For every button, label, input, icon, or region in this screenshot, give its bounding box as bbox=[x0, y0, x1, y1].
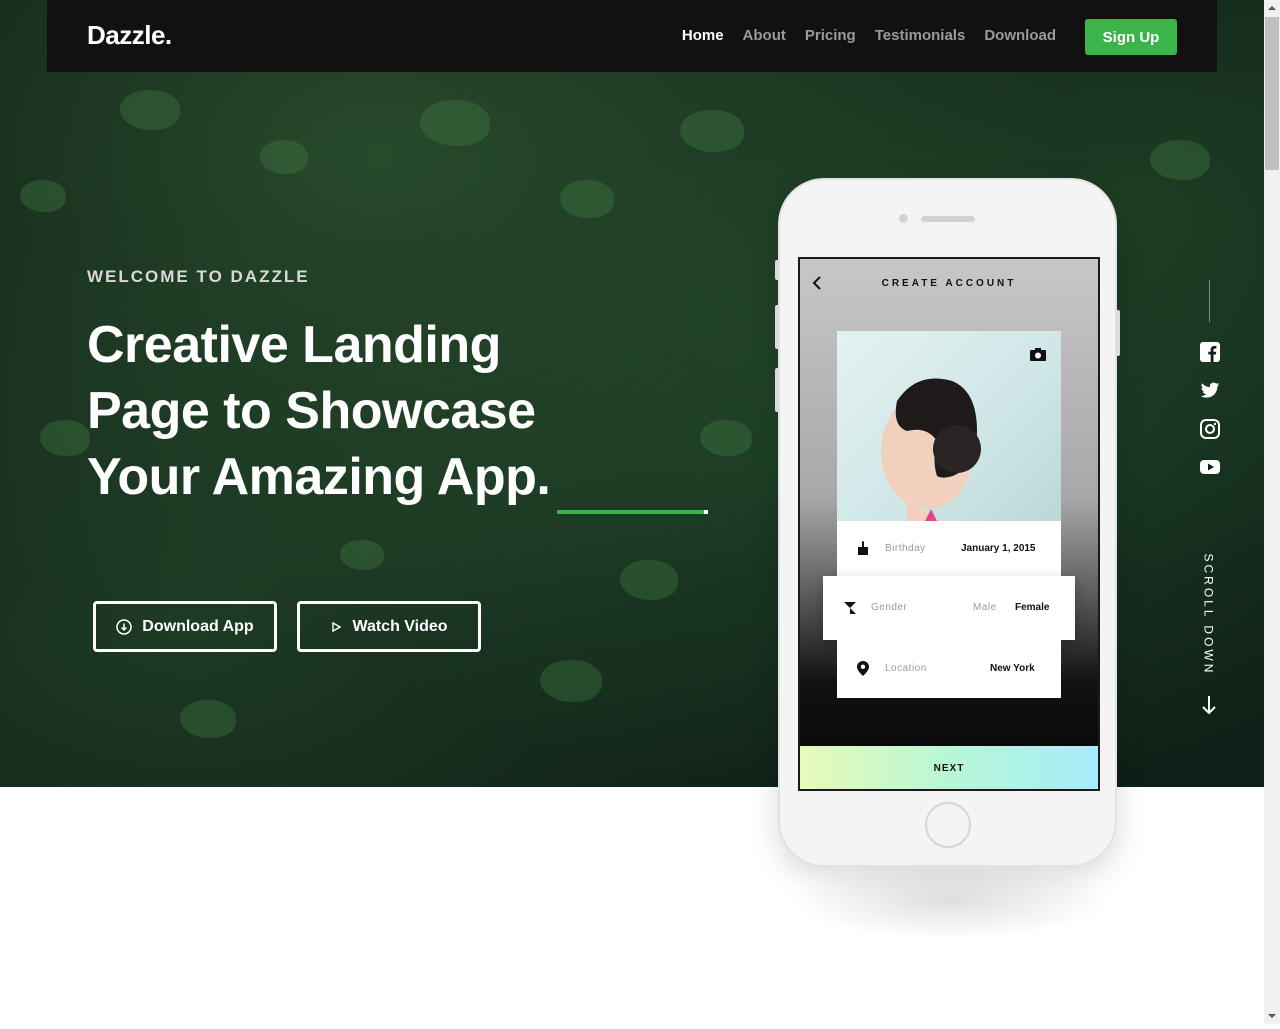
leaf-decoration bbox=[680, 110, 744, 152]
nav-download[interactable]: Download bbox=[984, 27, 1056, 44]
gender-icon bbox=[843, 601, 857, 618]
leaf-decoration bbox=[560, 180, 614, 218]
leaf-decoration bbox=[620, 560, 678, 600]
leaf-decoration bbox=[420, 100, 490, 146]
location-value: New York bbox=[990, 663, 1035, 674]
scroll-down-icon[interactable] bbox=[1264, 1008, 1280, 1024]
top-navbar: Dazzle. Home About Pricing Testimonials … bbox=[47, 0, 1217, 72]
scroll-up-icon[interactable] bbox=[1264, 0, 1280, 16]
leaf-decoration bbox=[20, 180, 66, 212]
phone-speaker bbox=[921, 216, 975, 222]
hero-headline: Creative Landing Page to Showcase Your A… bbox=[87, 312, 727, 510]
social-divider bbox=[1209, 280, 1210, 322]
screen-title: CREATE ACCOUNT bbox=[881, 278, 1017, 289]
gender-row: Gender Male Female bbox=[823, 576, 1075, 640]
phone-screen: CREATE ACCOUNT Birthday January 1, 2015 bbox=[798, 257, 1100, 791]
leaf-decoration bbox=[180, 700, 236, 738]
phone-side-button bbox=[775, 368, 779, 412]
play-icon bbox=[330, 621, 342, 633]
phone-side-button bbox=[775, 260, 779, 280]
watch-video-label: Watch Video bbox=[352, 617, 448, 635]
headline-line: Creative Landing bbox=[87, 316, 501, 374]
profile-photo-illustration bbox=[881, 378, 981, 521]
facebook-icon[interactable] bbox=[1199, 341, 1221, 363]
download-icon bbox=[116, 618, 133, 635]
phone-side-button bbox=[1116, 310, 1120, 356]
twitter-icon[interactable] bbox=[1199, 379, 1221, 401]
headline-line: Page to Showcase bbox=[87, 382, 536, 440]
arrow-down-icon[interactable] bbox=[1200, 694, 1218, 721]
gender-option-female[interactable]: Female bbox=[1015, 602, 1049, 613]
nav-pricing[interactable]: Pricing bbox=[805, 27, 856, 44]
birthday-value: January 1, 2015 bbox=[961, 543, 1036, 554]
phone-mockup: CREATE ACCOUNT Birthday January 1, 2015 bbox=[775, 178, 1120, 867]
nav-home[interactable]: Home bbox=[682, 27, 724, 44]
gender-option-male[interactable]: Male bbox=[973, 602, 997, 613]
location-row[interactable]: Location New York bbox=[837, 640, 1061, 698]
leaf-decoration bbox=[120, 90, 180, 130]
headline-underline-dot bbox=[704, 510, 708, 514]
cake-icon bbox=[857, 541, 869, 558]
profile-photo bbox=[837, 331, 1061, 521]
brand-logo[interactable]: Dazzle. bbox=[87, 20, 172, 51]
next-button[interactable]: NEXT bbox=[800, 746, 1098, 789]
phone-camera bbox=[899, 214, 908, 223]
leaf-decoration bbox=[260, 140, 308, 174]
birthday-label: Birthday bbox=[885, 543, 926, 554]
phone-shadow bbox=[790, 860, 1110, 940]
camera-icon[interactable] bbox=[1029, 347, 1047, 367]
nav-menu: Home About Pricing Testimonials Download bbox=[663, 27, 1056, 44]
sign-up-button[interactable]: Sign Up bbox=[1085, 19, 1177, 55]
leaf-decoration bbox=[40, 420, 90, 456]
youtube-icon[interactable] bbox=[1199, 457, 1221, 479]
headline-line: Your Amazing App. bbox=[87, 448, 551, 506]
scroll-down-label[interactable]: SCROLL DOWN bbox=[1202, 554, 1216, 676]
scrollbar-thumb[interactable] bbox=[1265, 17, 1279, 170]
headline-underline bbox=[557, 510, 707, 514]
phone-side-button bbox=[775, 305, 779, 349]
download-app-button[interactable]: Download App bbox=[93, 601, 277, 652]
download-app-label: Download App bbox=[142, 617, 254, 635]
nav-testimonials[interactable]: Testimonials bbox=[875, 27, 966, 44]
phone-home-button bbox=[925, 802, 971, 848]
leaf-decoration bbox=[1150, 140, 1210, 180]
leaf-decoration bbox=[540, 660, 602, 702]
location-label: Location bbox=[885, 663, 927, 674]
location-pin-icon bbox=[857, 661, 869, 679]
birthday-row[interactable]: Birthday January 1, 2015 bbox=[837, 521, 1061, 577]
hero-eyebrow: WELCOME TO DAZZLE bbox=[87, 267, 310, 286]
leaf-decoration bbox=[340, 540, 384, 570]
nav-about[interactable]: About bbox=[743, 27, 786, 44]
gender-label: Gender bbox=[871, 602, 908, 613]
instagram-icon[interactable] bbox=[1199, 418, 1221, 440]
watch-video-button[interactable]: Watch Video bbox=[297, 601, 481, 652]
